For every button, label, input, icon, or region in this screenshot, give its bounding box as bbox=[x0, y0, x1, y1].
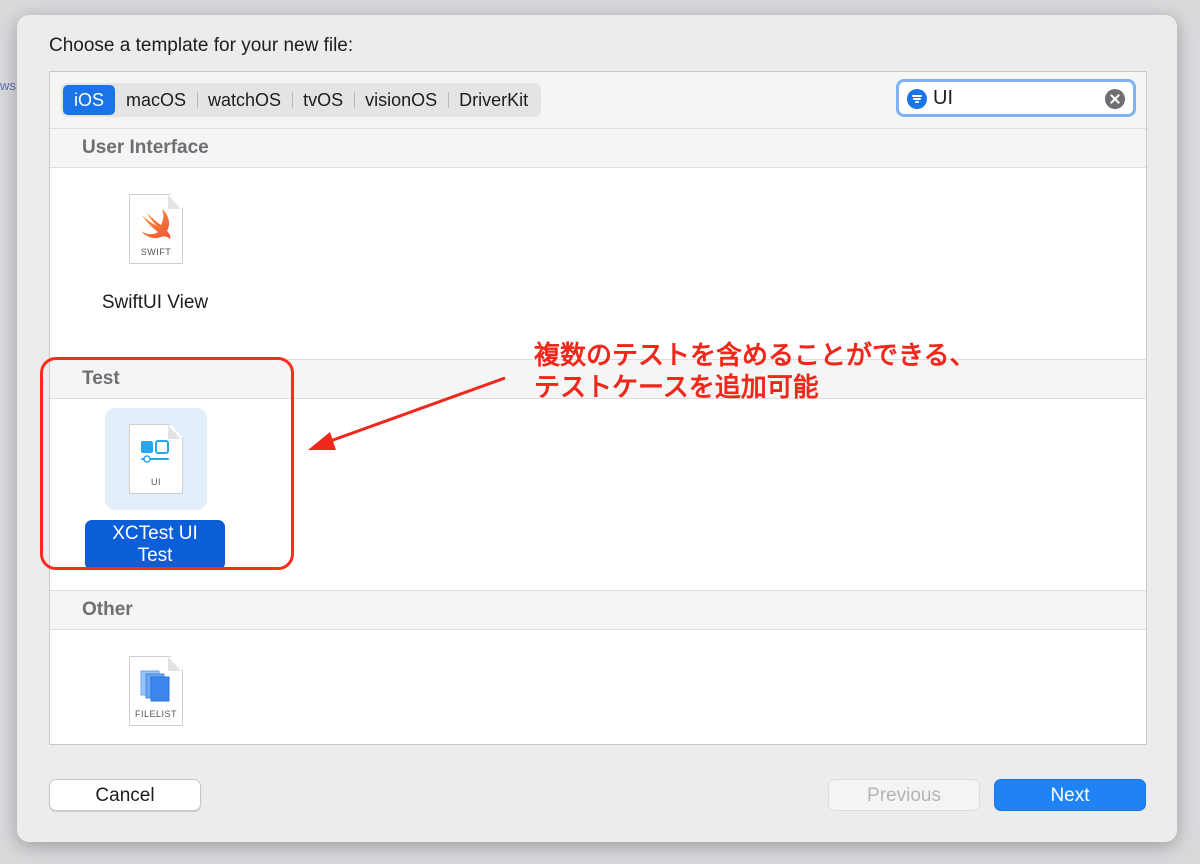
tab-macos[interactable]: macOS bbox=[115, 85, 197, 115]
tab-ios[interactable]: iOS bbox=[63, 85, 116, 115]
annotation-line-1: 複数のテストを含めることができる、 bbox=[534, 341, 976, 371]
tab-visionos[interactable]: visionOS bbox=[354, 85, 448, 115]
search-input[interactable] bbox=[933, 85, 1093, 111]
template-swiftui-view[interactable]: SwiftUI View bbox=[85, 289, 225, 317]
template-label: SwiftUI View bbox=[101, 292, 209, 313]
swift-logo-icon bbox=[141, 209, 171, 239]
section-header-user-interface: User Interface bbox=[50, 128, 1146, 168]
template-toolbar: iOS macOS watchOS tvOS visionOS DriverKi… bbox=[50, 72, 1146, 129]
cancel-button[interactable]: Cancel bbox=[49, 779, 201, 811]
filelist-glyph-icon bbox=[140, 670, 170, 702]
section-header-other: Other bbox=[50, 590, 1146, 630]
file-type-caption: FILELIST bbox=[134, 709, 177, 719]
platform-segmented-control: iOS macOS watchOS tvOS visionOS DriverKi… bbox=[61, 83, 542, 117]
section-title: User Interface bbox=[82, 137, 209, 158]
next-button[interactable]: Next bbox=[994, 779, 1146, 811]
clear-icon[interactable] bbox=[1105, 89, 1125, 109]
filter-icon[interactable] bbox=[907, 89, 927, 109]
annotation-highlight-box bbox=[40, 357, 294, 570]
file-type-caption: SWIFT bbox=[140, 247, 172, 257]
annotation-text: 複数のテストを含めることができる、 テストケースを追加可能 bbox=[534, 340, 975, 404]
template-search-field[interactable] bbox=[896, 79, 1136, 117]
dialog-prompt: Choose a template for your new file: bbox=[49, 35, 354, 56]
section-title: Other bbox=[82, 599, 133, 620]
tab-tvos[interactable]: tvOS bbox=[292, 85, 354, 115]
annotation-line-2: テストケースを追加可能 bbox=[534, 373, 819, 403]
tab-driverkit[interactable]: DriverKit bbox=[448, 85, 539, 115]
background-window-text: ws bbox=[0, 78, 16, 93]
tab-watchos[interactable]: watchOS bbox=[197, 85, 292, 115]
annotation-arrow-icon bbox=[308, 376, 506, 450]
previous-button[interactable]: Previous bbox=[828, 779, 980, 811]
